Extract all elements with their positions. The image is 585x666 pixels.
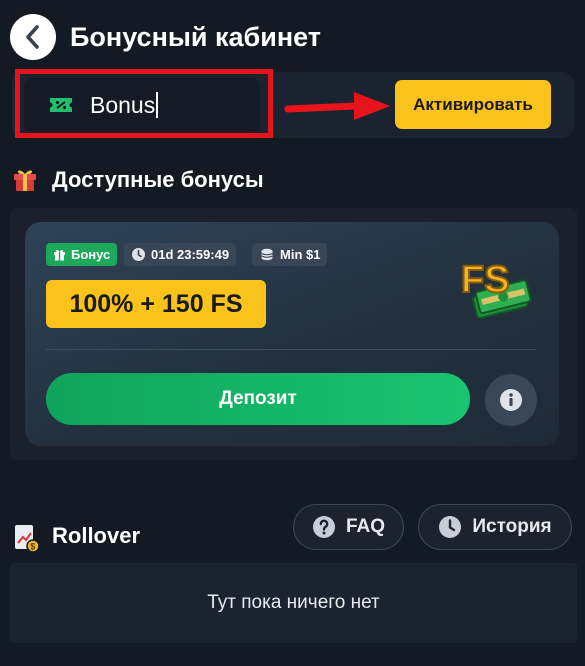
faq-label: FAQ bbox=[345, 516, 386, 537]
red-arrow-icon bbox=[284, 92, 390, 120]
history-button[interactable]: История bbox=[418, 504, 572, 550]
bonus-offer-badge: 100% + 150 FS bbox=[46, 280, 266, 328]
bonus-tag: Бонус bbox=[46, 243, 118, 266]
page-title: Бонусный кабинет bbox=[70, 22, 322, 52]
rollover-empty-state: Тут пока ничего нет bbox=[10, 563, 577, 643]
faq-button[interactable]: FAQ bbox=[293, 504, 404, 550]
info-button[interactable] bbox=[485, 374, 537, 426]
activate-button[interactable]: Активировать bbox=[395, 80, 551, 129]
card-divider bbox=[46, 349, 536, 350]
clock-icon bbox=[439, 516, 462, 538]
coins-icon bbox=[261, 248, 273, 261]
gift-icon bbox=[14, 170, 36, 191]
text-caret bbox=[156, 92, 159, 118]
question-icon bbox=[312, 516, 335, 538]
available-bonuses-title: Доступные бонусы bbox=[52, 167, 264, 192]
min-deposit-tag: Min $1 bbox=[252, 243, 328, 266]
ticket-icon bbox=[50, 98, 72, 112]
rollover-icon: $ bbox=[15, 525, 40, 553]
deposit-button[interactable]: Депозит bbox=[46, 373, 470, 425]
timer-tag: 01d 23:59:49 bbox=[124, 243, 237, 266]
min-deposit-label: Min $1 bbox=[280, 247, 321, 262]
rollover-title: Rollover bbox=[52, 523, 141, 548]
timer-tag-label: 01d 23:59:49 bbox=[151, 247, 230, 262]
back-button[interactable] bbox=[10, 14, 56, 60]
empty-state-text: Тут пока ничего нет bbox=[207, 592, 380, 613]
info-icon bbox=[500, 389, 522, 411]
fs-badge-text: FS bbox=[461, 259, 510, 301]
history-label: История bbox=[472, 516, 552, 537]
chevron-left-icon bbox=[26, 25, 39, 49]
gift-small-icon bbox=[54, 250, 65, 261]
bonus-tag-label: Бонус bbox=[71, 247, 111, 262]
promo-code-value: Bonus bbox=[90, 91, 156, 118]
svg-text:$: $ bbox=[30, 542, 35, 552]
clock-icon bbox=[132, 248, 145, 261]
promo-code-input[interactable]: Bonus bbox=[24, 78, 260, 132]
free-spins-money-icon: FS bbox=[460, 258, 532, 319]
